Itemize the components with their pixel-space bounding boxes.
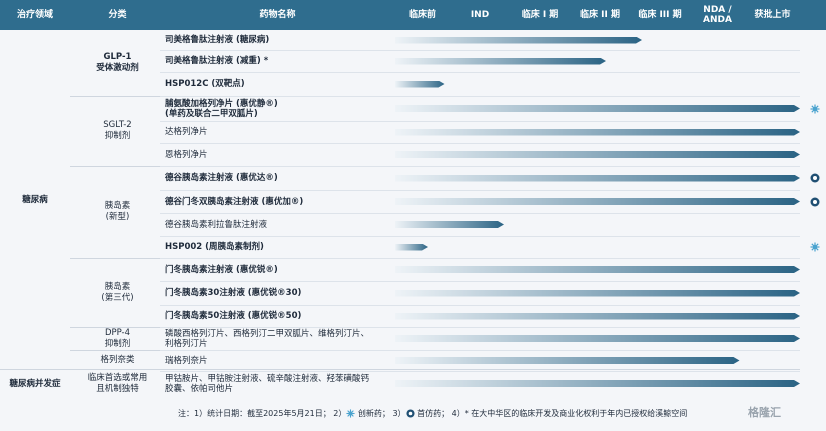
header-category: 分类 — [108, 10, 127, 20]
first-generic-icon — [405, 409, 415, 418]
header-stage-5: NDA / ANDA — [703, 5, 732, 25]
category-label: 格列奈类 — [100, 355, 135, 365]
first-generic-icon — [810, 197, 820, 206]
category-label: 胰岛素 (第三代) — [101, 281, 134, 303]
pipeline-bar — [395, 151, 800, 158]
pipeline-bar — [395, 129, 800, 136]
footnote-star: * 在大中华区的临床开发及商业化权利于年内已授权给溪鲸空间 — [464, 409, 688, 418]
drug-name: 脯氨酸加格列净片 (惠优静®) (单药及联合二甲双胍片) — [165, 98, 278, 119]
pipeline-bar — [395, 335, 800, 342]
innovative-icon — [810, 242, 820, 252]
first-generic-icon — [810, 173, 820, 183]
header-stage-4: 临床 III 期 — [638, 10, 682, 20]
drug-name: 门冬胰岛素50注射液 (惠优锐®50) — [165, 311, 302, 321]
category-label: GLP-1 受体激动剂 — [96, 52, 139, 73]
drug-name: 德谷胰岛素注射液 (惠优达®) — [165, 173, 278, 183]
drug-name: 德谷门冬双胰岛素注射液 (惠优加®) — [165, 196, 304, 207]
header-stage-2: 临床 I 期 — [521, 10, 559, 20]
area-complications: 糖尿病并发症 — [9, 379, 61, 389]
pipeline-bar — [395, 266, 800, 273]
footnote-first: 首仿药； 4） — [414, 409, 465, 418]
header-stage-6: 获批上市 — [754, 10, 791, 20]
drug-name: HSP002 (周胰岛素制剂) — [165, 242, 264, 252]
header-stage-0: 临床前 — [408, 10, 436, 20]
drug-name: 门冬胰岛素30注射液 (惠优锐®30) — [165, 288, 302, 298]
area-diabetes: 糖尿病 — [22, 195, 48, 205]
drug-name: 达格列净片 — [165, 127, 208, 137]
drug-name: 磷酸西格列汀片、西格列汀二甲双胍片、维格列汀片、 利格列汀片 — [165, 328, 370, 349]
pipeline-bar — [395, 198, 800, 205]
innovative-icon — [810, 104, 820, 113]
pipeline-bar — [395, 58, 606, 65]
drug-name: 甲钴胺片、甲钴胺注射液、硫辛酸注射液、羟苯磺酸钙 胶囊、依帕司他片 — [165, 373, 370, 394]
drug-name: 司美格鲁肽注射液 (减重) * — [165, 56, 269, 66]
drug-name: 瑞格列奈片 — [165, 355, 208, 366]
drug-name: HSP012C (双靶点) — [165, 79, 245, 89]
footnote-prefix: 注：1）统计日期：截至2025年5月21日； 2） — [178, 409, 347, 418]
category-label: 胰岛素 (新型) — [104, 201, 131, 222]
header-stage-3: 临床 II 期 — [580, 10, 620, 20]
footnote-innovative: 创新药； 3） — [355, 409, 406, 418]
pipeline-bar — [395, 37, 642, 44]
drug-name: 门冬胰岛素注射液 (惠优锐®) — [165, 264, 278, 275]
watermark-logo: 格隆汇 — [748, 406, 781, 419]
pipeline-bar — [395, 81, 445, 88]
pipeline-bar — [395, 313, 800, 320]
pipeline-chart: 治疗领域 分类 药物名称 临床前 IND 临床 I 期 临床 II 期 临床 III 期… — [0, 0, 826, 431]
header-drug: 药物名称 — [259, 10, 296, 20]
innovative-icon — [346, 409, 355, 418]
pipeline-bar — [395, 380, 800, 387]
drug-name: 德谷胰岛素利拉鲁肽注射液 — [165, 219, 268, 230]
drug-name: 司美格鲁肽注射液 (糖尿病) — [165, 35, 270, 45]
header-area: 治疗领域 — [16, 10, 53, 20]
pipeline-bar — [395, 244, 428, 251]
pipeline-bar — [395, 221, 504, 228]
category-label: 临床首选或常用 且机制独特 — [87, 372, 148, 394]
category-label: DPP-4 抑制剂 — [104, 327, 131, 349]
header-stage-1: IND — [470, 10, 490, 20]
pipeline-bar — [395, 290, 800, 297]
table-header: 治疗领域 分类 药物名称 临床前 IND 临床 I 期 临床 II 期 临床 III 期… — [0, 0, 826, 30]
pipeline-bar — [395, 357, 740, 364]
footnote: 注：1）统计日期：截至2025年5月21日； 2） 创新药； 3） 首仿药； 4… — [178, 408, 687, 419]
drug-name: 恩格列净片 — [165, 149, 208, 160]
category-label: SGLT-2 抑制剂 — [103, 120, 132, 141]
pipeline-bar — [395, 175, 800, 182]
pipeline-bar — [395, 105, 800, 112]
